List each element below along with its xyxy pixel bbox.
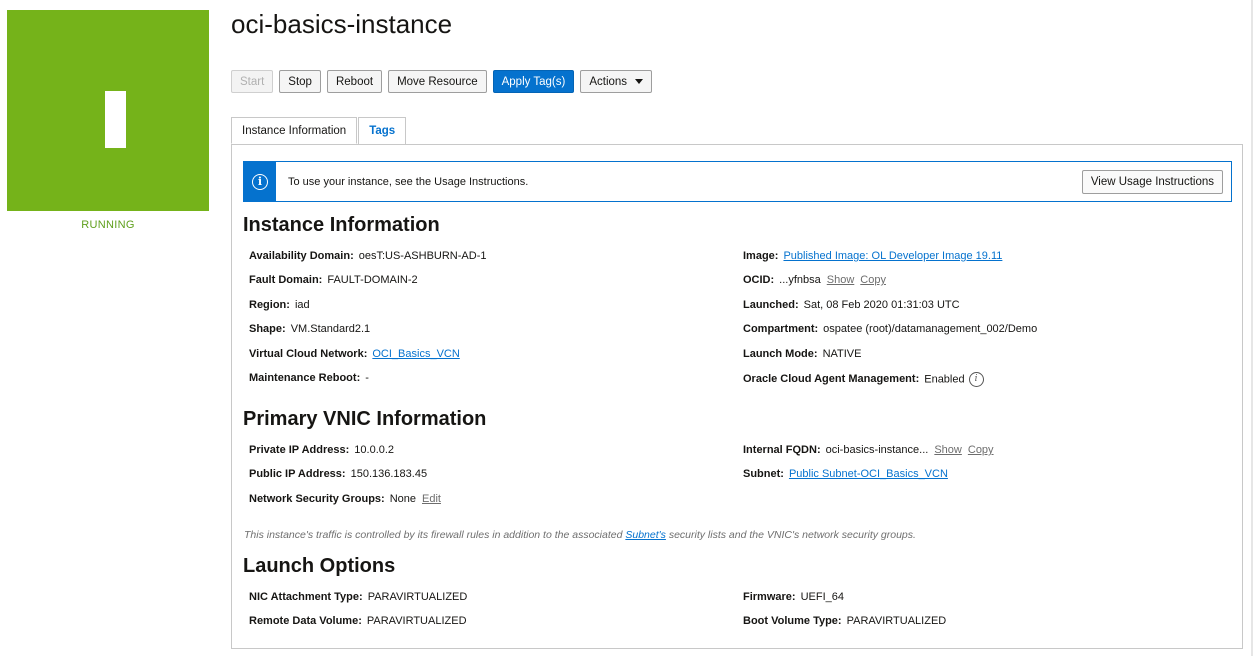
field-label: Public IP Address: — [249, 468, 346, 480]
agent-management-field: Oracle Cloud Agent Management: Enabled i — [743, 372, 984, 387]
field-value: VM.Standard2.1 — [290, 323, 371, 335]
reboot-button[interactable]: Reboot — [326, 70, 383, 93]
action-toolbar: Start Stop Reboot Move Resource Apply Ta… — [231, 70, 653, 93]
field-value: 10.0.0.2 — [354, 444, 395, 456]
field-label: Oracle Cloud Agent Management: — [743, 373, 920, 386]
subnet-note-link[interactable]: Subnet's — [625, 529, 666, 541]
field-label: Availability Domain: — [249, 250, 354, 262]
instance-status-label: RUNNING — [81, 219, 135, 231]
field-label: Virtual Cloud Network: — [249, 348, 368, 360]
image-link[interactable]: Published Image: OL Developer Image 19.1… — [783, 250, 1002, 262]
field-value: PARAVIRTUALIZED — [367, 591, 468, 603]
actions-label: Actions — [589, 75, 628, 88]
field-label: Network Security Groups: — [249, 493, 385, 505]
stop-button[interactable]: Stop — [279, 70, 321, 93]
launched-field: Launched: Sat, 08 Feb 2020 01:31:03 UTC — [743, 299, 960, 311]
field-label: Launch Mode: — [743, 348, 818, 360]
field-value: PARAVIRTUALIZED — [846, 615, 947, 627]
fault-domain-field: Fault Domain: FAULT-DOMAIN-2 — [249, 274, 418, 286]
field-label: Firmware: — [743, 591, 796, 603]
internal-fqdn-field: Internal FQDN: oci-basics-instance... Show… — [743, 444, 994, 456]
field-value: UEFI_64 — [800, 591, 844, 603]
field-value: FAULT-DOMAIN-2 — [327, 274, 418, 286]
field-label: Launched: — [743, 299, 799, 311]
field-value: ospatee (root)/datamanagement_002/Demo — [823, 323, 1038, 335]
nsg-edit-link[interactable]: Edit — [422, 493, 441, 505]
field-value: NATIVE — [822, 348, 862, 360]
field-label: Boot Volume Type: — [743, 615, 842, 627]
field-value: PARAVIRTUALIZED — [366, 615, 467, 627]
tab-panel: i To use your instance, see the Usage In… — [231, 144, 1243, 649]
tab-bar: Instance Information Tags — [231, 117, 407, 144]
tab-tags[interactable]: Tags — [358, 117, 407, 144]
info-icon: i — [252, 173, 268, 190]
usage-notice: i To use your instance, see the Usage In… — [243, 161, 1232, 202]
compartment-field: Compartment: ospatee (root)/datamanagemen… — [743, 323, 1037, 335]
region-field: Region: iad — [249, 299, 310, 311]
remote-data-volume-field: Remote Data Volume: PARAVIRTUALIZED — [249, 615, 467, 627]
field-value: 150.136.183.45 — [350, 468, 428, 480]
chevron-down-icon — [635, 79, 644, 84]
vcn-field: Virtual Cloud Network: OCI_Basics_VCN — [249, 348, 460, 360]
field-label: Compartment: — [743, 323, 819, 335]
field-label: Maintenance Reboot: — [249, 372, 361, 384]
instance-letter-icon — [105, 91, 126, 148]
field-label: Remote Data Volume: — [249, 615, 362, 627]
subnet-link[interactable]: Public Subnet-OCI_Basics_VCN — [789, 468, 948, 480]
field-label: NIC Attachment Type: — [249, 591, 363, 603]
ocid-show-link[interactable]: Show — [827, 274, 855, 286]
page-title: oci-basics-instance — [231, 9, 453, 39]
field-label: Region: — [249, 299, 290, 311]
tab-instance-information[interactable]: Instance Information — [231, 117, 358, 144]
field-value: iad — [294, 299, 310, 311]
field-label: Image: — [743, 250, 779, 262]
field-value: ...yfnbsa — [779, 274, 821, 286]
public-ip-field: Public IP Address: 150.136.183.45 — [249, 468, 427, 480]
apply-tags-button[interactable]: Apply Tag(s) — [492, 70, 575, 93]
field-label: Internal FQDN: — [743, 444, 821, 456]
shape-field: Shape: VM.Standard2.1 — [249, 323, 370, 335]
field-value: Enabled — [924, 373, 965, 386]
fqdn-copy-link[interactable]: Copy — [968, 444, 994, 456]
field-label: OCID: — [743, 274, 775, 286]
launch-mode-field: Launch Mode: NATIVE — [743, 348, 861, 360]
field-label: Shape: — [249, 323, 286, 335]
section-heading-launch: Launch Options — [243, 555, 396, 577]
boot-volume-type-field: Boot Volume Type: PARAVIRTUALIZED — [743, 615, 946, 627]
field-value: oesT:US-ASHBURN-AD-1 — [358, 250, 487, 262]
section-heading-instance: Instance Information — [243, 214, 440, 236]
info-icon[interactable]: i — [968, 372, 984, 387]
view-usage-instructions-button[interactable]: View Usage Instructions — [1081, 170, 1223, 194]
vcn-link[interactable]: OCI_Basics_VCN — [372, 348, 459, 360]
note-text: security lists and the VNIC's network se… — [665, 529, 916, 541]
maintenance-reboot-field: Maintenance Reboot: - — [249, 372, 369, 384]
notice-icon-bar: i — [244, 162, 276, 201]
instance-status-tile — [7, 10, 209, 211]
actions-dropdown[interactable]: Actions — [580, 70, 653, 93]
notice-message: To use your instance, see the Usage Inst… — [288, 175, 529, 188]
ocid-copy-link[interactable]: Copy — [860, 274, 886, 286]
subnet-field: Subnet: Public Subnet-OCI_Basics_VCN — [743, 468, 948, 480]
field-value: Sat, 08 Feb 2020 01:31:03 UTC — [803, 299, 960, 311]
field-label: Private IP Address: — [249, 444, 350, 456]
start-button[interactable]: Start — [231, 70, 274, 93]
field-label: Fault Domain: — [249, 274, 323, 286]
firewall-note: This instance's traffic is controlled by… — [244, 529, 916, 541]
firmware-field: Firmware: UEFI_64 — [743, 591, 844, 603]
move-resource-button[interactable]: Move Resource — [388, 70, 487, 93]
image-field: Image: Published Image: OL Developer Imag… — [743, 250, 1002, 262]
ocid-field: OCID: ...yfnbsa Show Copy — [743, 274, 886, 286]
field-value: - — [365, 372, 369, 384]
field-value: oci-basics-instance... — [825, 444, 929, 456]
availability-domain-field: Availability Domain: oesT:US-ASHBURN-AD-1 — [249, 250, 486, 262]
private-ip-field: Private IP Address: 10.0.0.2 — [249, 444, 394, 456]
nic-attachment-field: NIC Attachment Type: PARAVIRTUALIZED — [249, 591, 467, 603]
nsg-field: Network Security Groups: None Edit — [249, 493, 441, 505]
section-heading-vnic: Primary VNIC Information — [243, 408, 487, 430]
field-label: Subnet: — [743, 468, 784, 480]
field-value: None — [389, 493, 416, 505]
fqdn-show-link[interactable]: Show — [934, 444, 962, 456]
note-text: This instance's traffic is controlled by… — [244, 529, 626, 541]
